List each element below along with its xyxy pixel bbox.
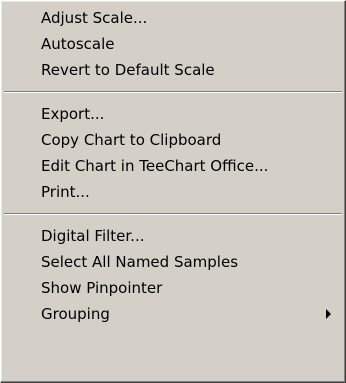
menu-item-digital-filter[interactable]: Digital Filter... (1, 223, 345, 249)
menu-item-show-pinpointer[interactable]: Show Pinpointer (1, 275, 345, 301)
menu-item-select-all-named-samples[interactable]: Select All Named Samples (1, 249, 345, 275)
menu-item-copy-chart[interactable]: Copy Chart to Clipboard (1, 127, 345, 153)
menu-separator (1, 205, 345, 223)
menu-item-edit-chart-teechart[interactable]: Edit Chart in TeeChart Office... (1, 153, 345, 179)
menu-item-grouping-label: Grouping (41, 305, 110, 323)
menu-item-print[interactable]: Print... (1, 179, 345, 205)
menu-item-autoscale[interactable]: Autoscale (1, 31, 345, 57)
menu-item-adjust-scale[interactable]: Adjust Scale... (1, 5, 345, 31)
menu-item-export[interactable]: Export... (1, 101, 345, 127)
menu-separator (1, 83, 345, 101)
context-menu: Adjust Scale... Autoscale Revert to Defa… (0, 0, 346, 383)
menu-item-grouping[interactable]: Grouping (1, 301, 345, 327)
submenu-arrow-icon (326, 309, 331, 319)
menu-item-revert-default-scale[interactable]: Revert to Default Scale (1, 57, 345, 83)
